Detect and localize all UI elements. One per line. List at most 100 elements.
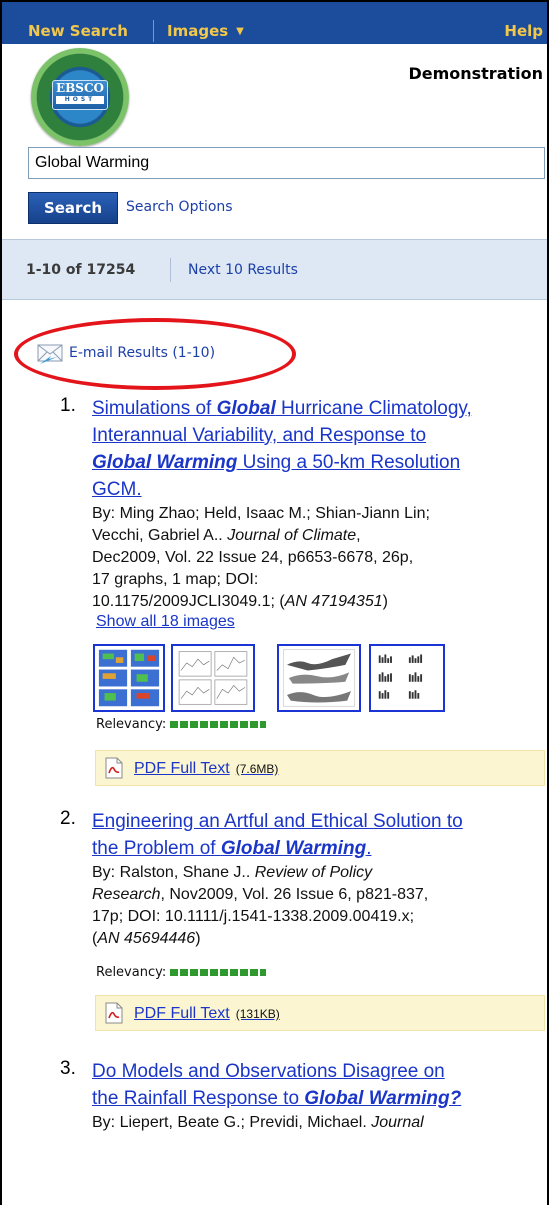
result-number: 3. bbox=[60, 1058, 76, 1079]
title-line[interactable]: Simulations of Global Hurricane Climatol… bbox=[92, 395, 544, 422]
map-grid-thumbnail-icon bbox=[98, 649, 160, 707]
title-text[interactable]: Do Models and Observations Disagree on bbox=[92, 1061, 445, 1082]
result-citation: By: Ming Zhao; Held, Isaac M.; Shian-Jia… bbox=[92, 503, 544, 613]
keyword-highlight[interactable]: Global Warming bbox=[221, 838, 366, 859]
image-thumbnail-4[interactable] bbox=[369, 644, 445, 712]
title-line[interactable]: Engineering an Artful and Ethical Soluti… bbox=[92, 808, 544, 835]
citation-line: (AN 45694446) bbox=[92, 928, 544, 950]
new-search-link[interactable]: New Search bbox=[28, 22, 128, 40]
result-title[interactable]: Do Models and Observations Disagree on th… bbox=[92, 1058, 544, 1112]
title-line[interactable]: the Problem of Global Warming. bbox=[92, 835, 544, 862]
relevancy-indicator: Relevancy: bbox=[96, 965, 267, 980]
pdf-file-size: (7.6MB) bbox=[235, 762, 279, 776]
title-line[interactable]: Global Warming Using a 50-km Resolution bbox=[92, 449, 544, 476]
pdf-label[interactable]: PDF Full Text bbox=[134, 1005, 230, 1022]
logo-subtext: HOST bbox=[56, 96, 104, 104]
keyword-highlight[interactable]: Global Warming? bbox=[304, 1088, 461, 1109]
result-body: Engineering an Artful and Ethical Soluti… bbox=[92, 808, 544, 950]
citation-italic-text: Review of Policy bbox=[254, 864, 373, 881]
citation-text: , bbox=[356, 527, 361, 544]
citation-line: By: Ming Zhao; Held, Isaac M.; Shian-Jia… bbox=[92, 503, 544, 525]
keyword-highlight[interactable]: Global Warming bbox=[92, 452, 237, 473]
pdf-full-text-link[interactable]: PDF Full Text (7.6MB) bbox=[134, 760, 278, 778]
images-menu[interactable]: Images ▼ bbox=[167, 22, 244, 40]
images-menu-label[interactable]: Images bbox=[167, 22, 228, 40]
result-body: Simulations of Global Hurricane Climatol… bbox=[92, 395, 544, 613]
account-name: Demonstration bbox=[408, 64, 543, 83]
logo-text: EBSCO bbox=[56, 81, 104, 95]
title-line[interactable]: Do Models and Observations Disagree on bbox=[92, 1058, 544, 1085]
nav-divider bbox=[153, 20, 154, 42]
citation-italic-text: Journal bbox=[371, 1114, 424, 1131]
title-line[interactable]: GCM. bbox=[92, 476, 544, 503]
citation-text: ) bbox=[195, 930, 201, 947]
relevancy-label: Relevancy: bbox=[96, 965, 167, 980]
results-count: 1-10 of 17254 bbox=[26, 262, 136, 278]
search-input[interactable] bbox=[28, 147, 545, 179]
citation-line: 17p; DOI: 10.1111/j.1541-1338.2009.00419… bbox=[92, 906, 544, 928]
citation-italic-text: AN 45694446 bbox=[97, 930, 196, 947]
title-text[interactable]: Interannual Variability, and Response to bbox=[92, 425, 426, 446]
image-thumbnail-2[interactable] bbox=[171, 644, 255, 712]
search-options-link[interactable]: Search Options bbox=[126, 199, 233, 215]
image-thumbnail-3[interactable] bbox=[277, 644, 361, 712]
result-citation: By: Liepert, Beate G.; Previdi, Michael.… bbox=[92, 1112, 544, 1134]
pdf-full-text-box: PDF Full Text (7.6MB) bbox=[95, 750, 545, 786]
ebsco-host-logo[interactable]: EBSCO HOST bbox=[31, 48, 129, 146]
next-results-link[interactable]: Next 10 Results bbox=[188, 262, 298, 278]
citation-italic-text: Research bbox=[92, 886, 161, 903]
result-citation: By: Ralston, Shane J.. Review of Policy R… bbox=[92, 862, 544, 950]
title-text[interactable]: . bbox=[366, 838, 371, 859]
highlight-annotation-ring bbox=[14, 318, 296, 390]
citation-text: Vecchi, Gabriel A.. bbox=[92, 527, 228, 544]
result-title[interactable]: Engineering an Artful and Ethical Soluti… bbox=[92, 808, 544, 862]
title-line[interactable]: the Rainfall Response to Global Warming? bbox=[92, 1085, 544, 1112]
help-link[interactable]: Help bbox=[504, 22, 543, 40]
result-body: Do Models and Observations Disagree on th… bbox=[92, 1058, 544, 1134]
citation-text: By: Liepert, Beate G.; Previdi, Michael. bbox=[92, 1114, 372, 1131]
relevancy-label: Relevancy: bbox=[96, 717, 167, 732]
citation-line: Vecchi, Gabriel A.. Journal of Climate, bbox=[92, 525, 544, 547]
title-text[interactable]: the Rainfall Response to bbox=[92, 1088, 304, 1109]
citation-text: By: Ralston, Shane J.. bbox=[92, 864, 255, 881]
citation-line: By: Ralston, Shane J.. Review of Policy bbox=[92, 862, 544, 884]
result-title[interactable]: Simulations of Global Hurricane Climatol… bbox=[92, 395, 544, 503]
relevancy-indicator: Relevancy: bbox=[96, 717, 267, 732]
citation-line: By: Liepert, Beate G.; Previdi, Michael.… bbox=[92, 1112, 544, 1134]
title-text[interactable]: Hurricane Climatology, bbox=[276, 398, 472, 419]
title-text[interactable]: Engineering an Artful and Ethical Soluti… bbox=[92, 811, 463, 832]
logo-badge: EBSCO HOST bbox=[52, 80, 108, 110]
top-nav-bar: New Search Images ▼ Help bbox=[2, 0, 547, 44]
title-text[interactable]: the Problem of bbox=[92, 838, 221, 859]
result-number: 1. bbox=[60, 395, 76, 416]
image-thumbnail-1[interactable] bbox=[93, 644, 165, 712]
show-all-images-link[interactable]: Show all 18 images bbox=[96, 613, 235, 631]
search-button[interactable]: Search bbox=[28, 192, 118, 224]
pdf-icon[interactable] bbox=[104, 1002, 124, 1024]
title-text[interactable]: GCM. bbox=[92, 479, 142, 500]
title-text[interactable]: Simulations of bbox=[92, 398, 217, 419]
relevancy-bar bbox=[170, 969, 267, 976]
citation-text: 10.1175/2009JCLI3049.1; ( bbox=[92, 593, 285, 610]
citation-line: 10.1175/2009JCLI3049.1; (AN 47194351) bbox=[92, 591, 544, 613]
pdf-label[interactable]: PDF Full Text bbox=[134, 760, 230, 777]
graph-thumbnail-icon bbox=[178, 651, 248, 705]
citation-line: Dec2009, Vol. 22 Issue 24, p6653-6678, 2… bbox=[92, 547, 544, 569]
pdf-icon[interactable] bbox=[104, 757, 124, 779]
bar-graph-thumbnail-icon bbox=[378, 654, 423, 699]
pdf-full-text-link[interactable]: PDF Full Text (131KB) bbox=[134, 1005, 280, 1023]
citation-line: Research, Nov2009, Vol. 26 Issue 6, p821… bbox=[92, 884, 544, 906]
title-text[interactable]: Using a 50-km Resolution bbox=[237, 452, 461, 473]
result-number: 2. bbox=[60, 808, 76, 829]
citation-italic-text: AN 47194351 bbox=[284, 593, 383, 610]
pdf-full-text-box: PDF Full Text (131KB) bbox=[95, 995, 545, 1031]
citation-text: , Nov2009, Vol. 26 Issue 6, p821-837, bbox=[160, 886, 429, 903]
keyword-highlight[interactable]: Global bbox=[217, 398, 276, 419]
chevron-down-icon[interactable]: ▼ bbox=[236, 26, 244, 37]
map-thumbnail-icon bbox=[282, 649, 356, 707]
results-divider bbox=[170, 258, 171, 282]
results-bar: 1-10 of 17254 Next 10 Results bbox=[2, 240, 547, 300]
title-line[interactable]: Interannual Variability, and Response to bbox=[92, 422, 544, 449]
citation-line: 17 graphs, 1 map; DOI: bbox=[92, 569, 544, 591]
citation-text: By: Ming Zhao; Held, Isaac M.; Shian-Jia… bbox=[92, 505, 430, 522]
